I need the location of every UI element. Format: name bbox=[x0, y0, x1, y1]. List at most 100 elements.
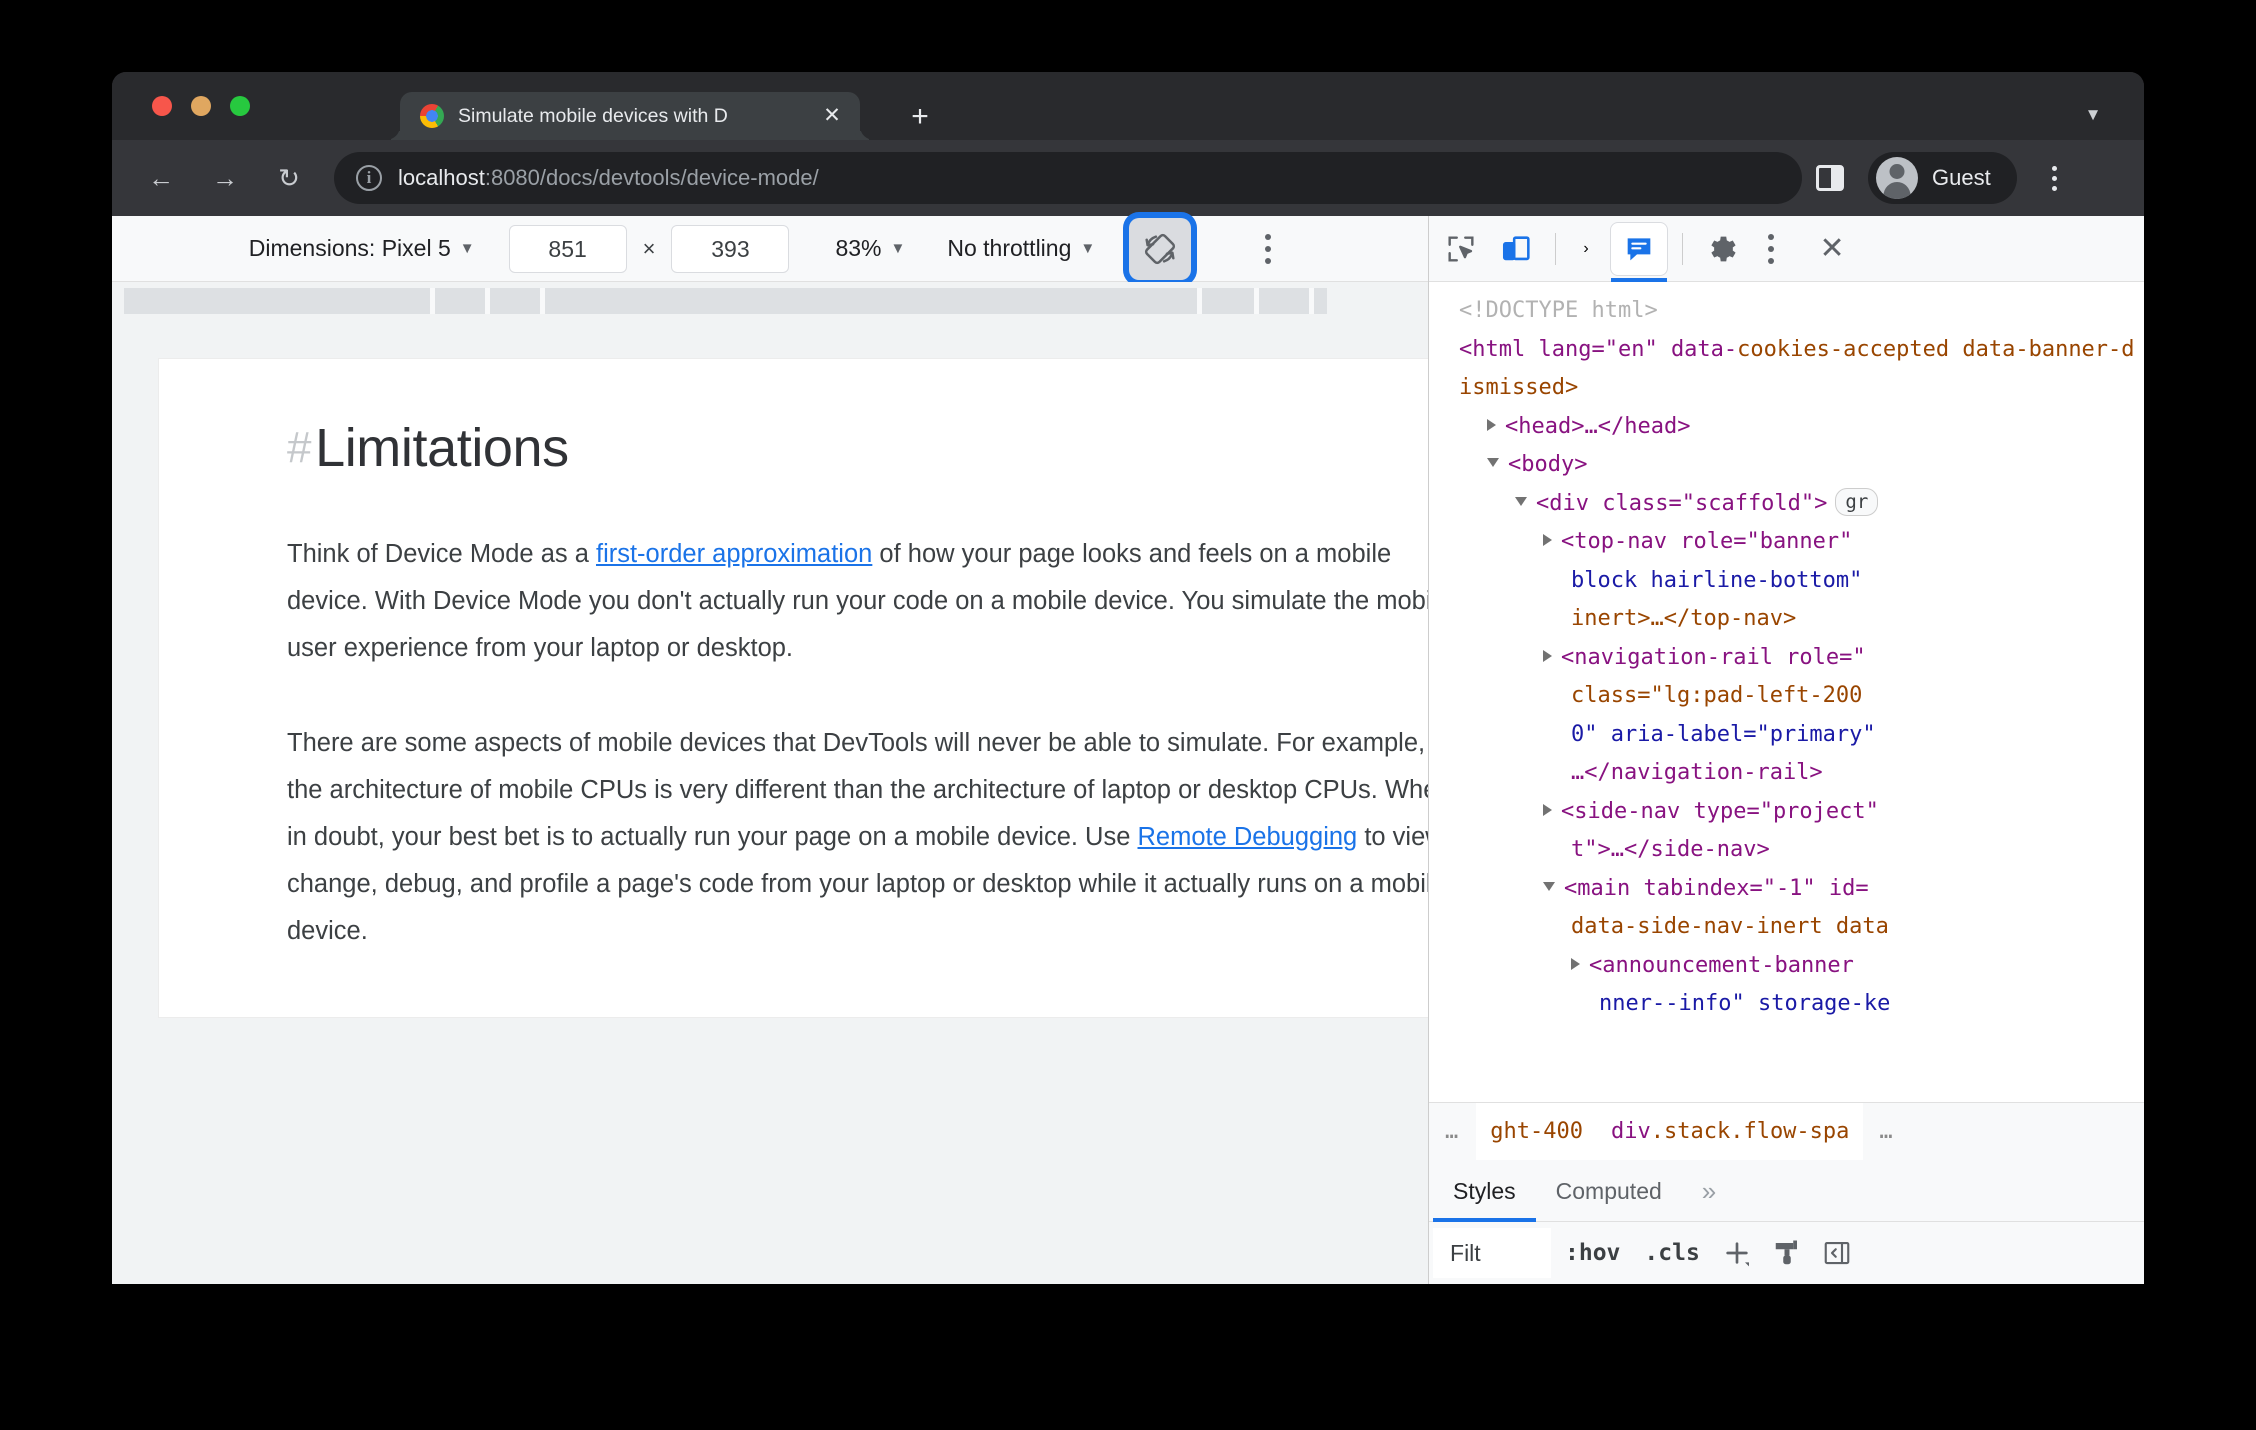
reload-button[interactable]: ↻ bbox=[264, 153, 314, 203]
browser-tab[interactable]: Simulate mobile devices with D ✕ bbox=[400, 92, 860, 140]
dom-node-scaffold[interactable]: <div class="scaffold"> gr bbox=[1459, 485, 2144, 524]
close-tab-button[interactable]: ✕ bbox=[820, 104, 844, 128]
breadcrumb-item[interactable]: ght-400 bbox=[1476, 1103, 1597, 1160]
close-window-button[interactable] bbox=[152, 96, 172, 116]
dom-node-head[interactable]: <head>…</head> bbox=[1459, 408, 2144, 447]
width-input[interactable]: 851 bbox=[508, 224, 627, 273]
ruler-tick bbox=[485, 288, 490, 314]
devtools-pane: › ✕ <!DOCTYPE html> <html lang="en" data… bbox=[1429, 216, 2144, 1284]
dom-node-main[interactable]: <main tabindex="-1" id= bbox=[1459, 870, 2144, 909]
throttling-dropdown-caret-icon[interactable]: ▼ bbox=[1080, 240, 1095, 257]
styles-toolbar: Filt :hov .cls bbox=[1429, 1222, 2144, 1284]
browser-menu-button[interactable] bbox=[2033, 152, 2077, 204]
first-order-approximation-link[interactable]: first-order approximation bbox=[596, 540, 872, 568]
page-title: #Limitations bbox=[287, 417, 1428, 479]
dom-node-html[interactable]: <html lang="en" data-cookies-accepted da… bbox=[1459, 331, 2144, 408]
styles-filter-input[interactable]: Filt bbox=[1433, 1228, 1552, 1278]
close-devtools-button[interactable]: ✕ bbox=[1807, 224, 1857, 274]
browser-window: Simulate mobile devices with D ✕ + ▼ ← →… bbox=[112, 72, 2144, 1284]
sidebar-toggle-icon[interactable] bbox=[1814, 1230, 1860, 1276]
expand-arrow-icon[interactable] bbox=[1571, 957, 1581, 970]
tab-styles[interactable]: Styles bbox=[1433, 1160, 1536, 1222]
maximize-window-button[interactable] bbox=[230, 96, 250, 116]
styles-tab-bar: Styles Computed » bbox=[1429, 1160, 2144, 1222]
paragraph-1: Think of Device Mode as a first-order ap… bbox=[287, 531, 1428, 672]
site-info-icon[interactable]: i bbox=[356, 165, 382, 191]
collapse-arrow-icon[interactable] bbox=[1487, 458, 1500, 467]
chrome-favicon-icon bbox=[420, 104, 444, 128]
gear-icon[interactable] bbox=[1696, 224, 1746, 274]
new-style-rule-button[interactable] bbox=[1714, 1230, 1760, 1276]
height-input[interactable]: 393 bbox=[671, 224, 790, 273]
toggle-element-classes-button[interactable]: .cls bbox=[1634, 1240, 1709, 1266]
collapse-arrow-icon[interactable] bbox=[1543, 881, 1556, 891]
new-tab-button[interactable]: + bbox=[902, 100, 938, 136]
page-title-text: Limitations bbox=[315, 418, 569, 478]
paintbrush-icon[interactable] bbox=[1764, 1230, 1810, 1276]
minimize-window-button[interactable] bbox=[191, 96, 211, 116]
device-toggle-icon[interactable] bbox=[1492, 224, 1542, 274]
tab-computed[interactable]: Computed bbox=[1536, 1160, 1682, 1222]
devtools-menu-button[interactable] bbox=[1749, 224, 1793, 274]
dom-node-main-cont: data-side-nav-inert data bbox=[1571, 914, 1889, 939]
collapse-arrow-icon[interactable] bbox=[1515, 496, 1528, 506]
throttling-label[interactable]: No throttling bbox=[947, 235, 1071, 262]
dom-node-top-nav[interactable]: <top-nav role="banner" bbox=[1459, 523, 2144, 562]
dom-node-navrail-cont-2: 0" aria-label="primary" bbox=[1571, 721, 1876, 747]
window-controls bbox=[152, 96, 250, 116]
device-dropdown-caret-icon[interactable]: ▼ bbox=[460, 240, 475, 257]
device-dimensions-label[interactable]: Dimensions: Pixel 5 bbox=[249, 235, 451, 262]
inspect-icon[interactable] bbox=[1436, 224, 1486, 274]
ruler-tick bbox=[1309, 288, 1314, 314]
address-bar[interactable]: i localhost:8080/docs/devtools/device-mo… bbox=[334, 152, 1802, 204]
expand-arrow-icon[interactable] bbox=[1543, 649, 1553, 662]
device-ruler bbox=[112, 282, 1429, 316]
expand-arrow-icon[interactable] bbox=[1543, 534, 1553, 546]
expand-arrow-icon[interactable] bbox=[1543, 803, 1553, 816]
dom-node-top-nav-cont-1: block hairline-bottom" bbox=[1571, 567, 1863, 593]
chevron-right-icon[interactable]: › bbox=[1569, 224, 1603, 274]
dom-node-announcement-banner[interactable]: <announcement-banner bbox=[1459, 947, 2144, 986]
grid-badge[interactable]: gr bbox=[1835, 487, 1879, 516]
expand-arrow-icon[interactable] bbox=[1487, 418, 1497, 431]
device-viewport-wrap: #Limitations Think of Device Mode as a f… bbox=[112, 316, 1429, 1284]
chevron-down-icon[interactable]: ▼ bbox=[2076, 98, 2110, 132]
styles-tab-overflow-icon[interactable]: » bbox=[1682, 1160, 1736, 1222]
dom-node-navrail-cont-3: …</navigation-rail> bbox=[1571, 760, 1823, 785]
browser-toolbar: ← → ↻ i localhost:8080/docs/devtools/dev… bbox=[112, 140, 2144, 216]
breadcrumb[interactable]: … ght-400 div.stack.flow-spa … bbox=[1429, 1102, 2144, 1160]
back-button[interactable]: ← bbox=[136, 153, 186, 203]
rotate-icon[interactable] bbox=[1129, 217, 1192, 280]
toggle-pseudo-classes-button[interactable]: :hov bbox=[1555, 1240, 1630, 1266]
device-mode-menu-button[interactable] bbox=[1245, 224, 1291, 274]
url-text: localhost:8080/docs/devtools/device-mode… bbox=[398, 165, 819, 191]
device-mode-pane: Dimensions: Pixel 5 ▼ 851 × 393 83% ▼ No… bbox=[112, 216, 1430, 1284]
anchor-hash-icon[interactable]: # bbox=[287, 423, 311, 472]
ai-assistant-icon[interactable] bbox=[1610, 221, 1669, 282]
toolbar-actions: Guest bbox=[1816, 152, 2095, 204]
devtools-toolbar: › ✕ bbox=[1429, 216, 2144, 282]
dom-node-side-nav[interactable]: <side-nav type="project" bbox=[1459, 793, 2144, 832]
paragraph-1-part-a: Think of Device Mode as a bbox=[287, 540, 596, 568]
dom-node-body[interactable]: <body> bbox=[1459, 446, 2144, 485]
device-mode-toolbar: Dimensions: Pixel 5 ▼ 851 × 393 83% ▼ No… bbox=[112, 216, 1429, 282]
device-viewport: #Limitations Think of Device Mode as a f… bbox=[112, 316, 1429, 1284]
remote-debugging-link[interactable]: Remote Debugging bbox=[1138, 823, 1358, 851]
dom-node-navigation-rail[interactable]: <navigation-rail role=" bbox=[1459, 639, 2144, 678]
url-host: localhost bbox=[398, 165, 485, 190]
zoom-dropdown-caret-icon[interactable]: ▼ bbox=[891, 240, 906, 257]
breadcrumb-item-selected[interactable]: div.stack.flow-spa bbox=[1596, 1103, 1864, 1160]
paragraph-2: There are some aspects of mobile devices… bbox=[287, 720, 1428, 955]
breadcrumb-overflow-right[interactable]: … bbox=[1863, 1119, 1910, 1144]
toolbar-divider bbox=[1682, 232, 1684, 265]
avatar bbox=[1876, 157, 1918, 199]
forward-button[interactable]: → bbox=[200, 153, 250, 203]
side-panel-icon[interactable] bbox=[1816, 165, 1844, 191]
active-tab-indicator bbox=[1611, 277, 1668, 282]
zoom-label[interactable]: 83% bbox=[835, 235, 881, 262]
ruler-tick bbox=[1254, 288, 1259, 314]
breadcrumb-overflow-left[interactable]: … bbox=[1429, 1119, 1476, 1144]
profile-button[interactable]: Guest bbox=[1868, 152, 2017, 204]
ruler-bar bbox=[124, 288, 1327, 314]
dom-tree[interactable]: <!DOCTYPE html> <html lang="en" data-coo… bbox=[1429, 282, 2144, 1102]
